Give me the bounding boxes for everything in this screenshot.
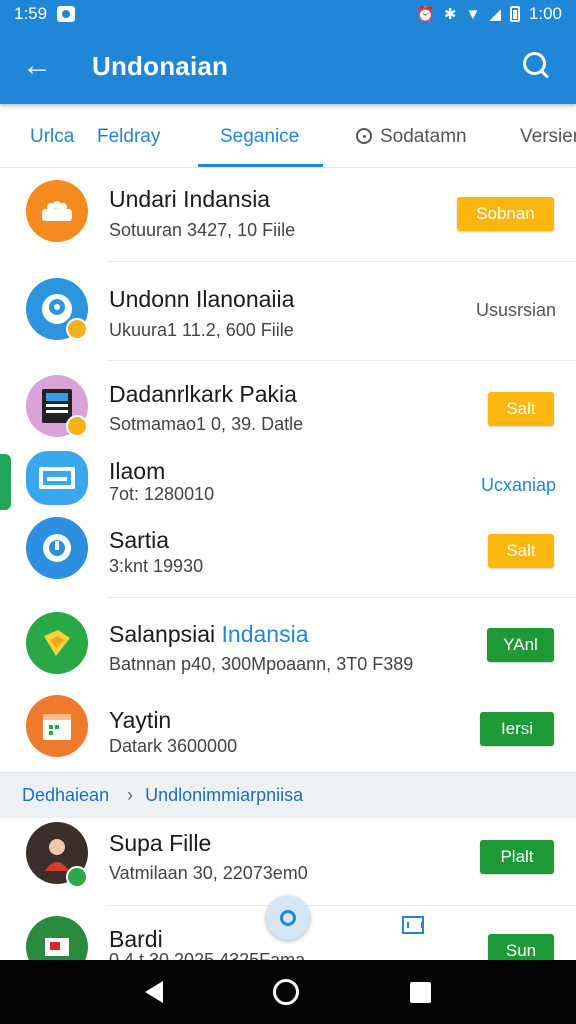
item-subtitle: Sotuuran 3427, 10 Fiile (109, 220, 296, 240)
cake-icon (26, 180, 88, 242)
status-battery-text: 1:00 (528, 4, 562, 23)
item-subtitle: Batnnan p40, 300Mpoaann, 3T0 F389 (109, 654, 414, 674)
action-button[interactable]: Plalt (480, 840, 554, 874)
action-button[interactable]: Sobnan (457, 197, 554, 231)
action-button[interactable]: Salt (488, 392, 554, 426)
list-item[interactable]: Sartia 3:knt 19930 Salt (0, 511, 576, 598)
wifi-icon: ▼ (465, 5, 481, 23)
signal-icon: ◢ (489, 5, 501, 23)
action-link[interactable]: Ususrsian (476, 300, 556, 321)
item-subtitle: Datark 3600000 (109, 736, 238, 756)
action-button[interactable]: Iersi (480, 712, 554, 746)
person-avatar (26, 822, 88, 888)
tab-versier[interactable]: Versier (520, 126, 576, 148)
battery-icon (509, 6, 520, 22)
back-arrow-icon[interactable]: ← (22, 51, 58, 81)
search-icon[interactable] (520, 49, 554, 83)
tab-sodatamn-label: Sodatamn (380, 126, 467, 147)
item-name: Dadanrlkark Pakia (109, 381, 297, 407)
clock-icon (356, 128, 372, 144)
breadcrumb-item-current: Undlonimmiarpniisa (145, 785, 304, 805)
action-button[interactable]: YAnl (487, 628, 554, 662)
flag-icon (26, 916, 88, 960)
list-item[interactable]: Supa Fille Vatmilaan 30, 22073em0 Plalt (0, 818, 576, 906)
breadcrumb-item[interactable]: Dedhaiean (22, 785, 109, 806)
action-button[interactable]: Sun (488, 934, 554, 960)
map-pin-icon (26, 278, 88, 340)
action-link[interactable]: Ucxaniap (481, 475, 556, 496)
tab-bar: Urlca Feldray Seganice Sodatamn Versier (0, 104, 576, 168)
list-item[interactable]: Undonn Ilanonaiia Ukuura1 11.2, 600 Fiil… (0, 262, 576, 361)
floating-action-icon[interactable] (266, 896, 310, 940)
tablet-icon (26, 375, 88, 437)
image-icon[interactable] (402, 916, 424, 934)
tab-sodatamn[interactable]: Sodatamn (356, 126, 467, 148)
status-time: 1:59 (14, 4, 48, 23)
star-badge-icon (66, 415, 88, 437)
item-name: Supa Fille (109, 830, 212, 856)
nav-home-icon[interactable] (273, 979, 300, 1005)
app-bar: ← Undonaian (0, 28, 576, 104)
item-name: Sartia (109, 527, 170, 553)
list-item[interactable]: Undari Indansia Sotuuran 3427, 10 Fiile … (0, 168, 576, 262)
list-item[interactable]: Yaytin Datark 3600000 Iersi (0, 685, 576, 772)
item-name: Ilaom (109, 458, 166, 484)
list-item[interactable]: Salanpsiai Indansia Batnnan p40, 300Mpoa… (0, 598, 576, 685)
breadcrumb: Dedhaiean › Undlonimmiarpniisa (0, 772, 576, 818)
check-badge-icon (66, 866, 88, 888)
notification-icon (57, 6, 76, 22)
item-name-highlight: Indansia (221, 621, 309, 647)
item-subtitle: Ukuura1 11.2, 600 Fiile (109, 320, 294, 340)
item-name: Undonn Ilanonaiia (109, 286, 295, 312)
item-name: Undari Indansia (109, 186, 271, 212)
item-subtitle: Vatmilaan 30, 22073em0 (109, 863, 308, 883)
page-title: Undonaian (92, 50, 229, 81)
item-name: Yaytin (109, 707, 172, 733)
item-name-part: Salanpsiai (109, 621, 216, 647)
chevron-right-icon: › (127, 785, 134, 805)
item-name: Bardi (109, 926, 163, 952)
status-bar: 1:59 ⏰ ✱ ▼ ◢ 1:00 (0, 0, 576, 28)
system-navigation-bar (0, 960, 576, 1024)
alarm-icon: ⏰ (416, 5, 435, 23)
side-drawer-handle[interactable] (0, 454, 11, 510)
monitor-icon (26, 451, 88, 505)
action-button[interactable]: Salt (488, 534, 554, 568)
item-subtitle: 0 4 t 30 2025 4325Fama (109, 950, 306, 960)
item-subtitle: Sotmamao1 0, 39. Datle (109, 414, 304, 434)
bluetooth-icon: ✱ (443, 5, 457, 23)
list-item[interactable]: Dadanrlkark Pakia Sotmamao1 0, 39. Datle… (0, 361, 576, 455)
item-subtitle: 7ot: 1280010 (109, 484, 215, 504)
tab-feldray[interactable]: Feldray (97, 126, 160, 148)
nav-recents-icon[interactable] (409, 981, 431, 1003)
tab-urlca[interactable]: Urlca (30, 126, 74, 148)
list-item[interactable]: Ilaom 7ot: 1280010 Ucxaniap (0, 451, 576, 511)
map-icon (26, 612, 88, 674)
item-subtitle: 3:knt 19930 (109, 556, 204, 576)
location-icon (26, 517, 88, 579)
nav-back-icon[interactable] (145, 981, 164, 1003)
star-badge-icon (66, 318, 88, 340)
tab-seganice[interactable]: Seganice (220, 126, 299, 148)
calendar-icon (26, 695, 88, 757)
item-name: Salanpsiai Indansia (109, 621, 309, 648)
active-tab-indicator (198, 164, 323, 167)
